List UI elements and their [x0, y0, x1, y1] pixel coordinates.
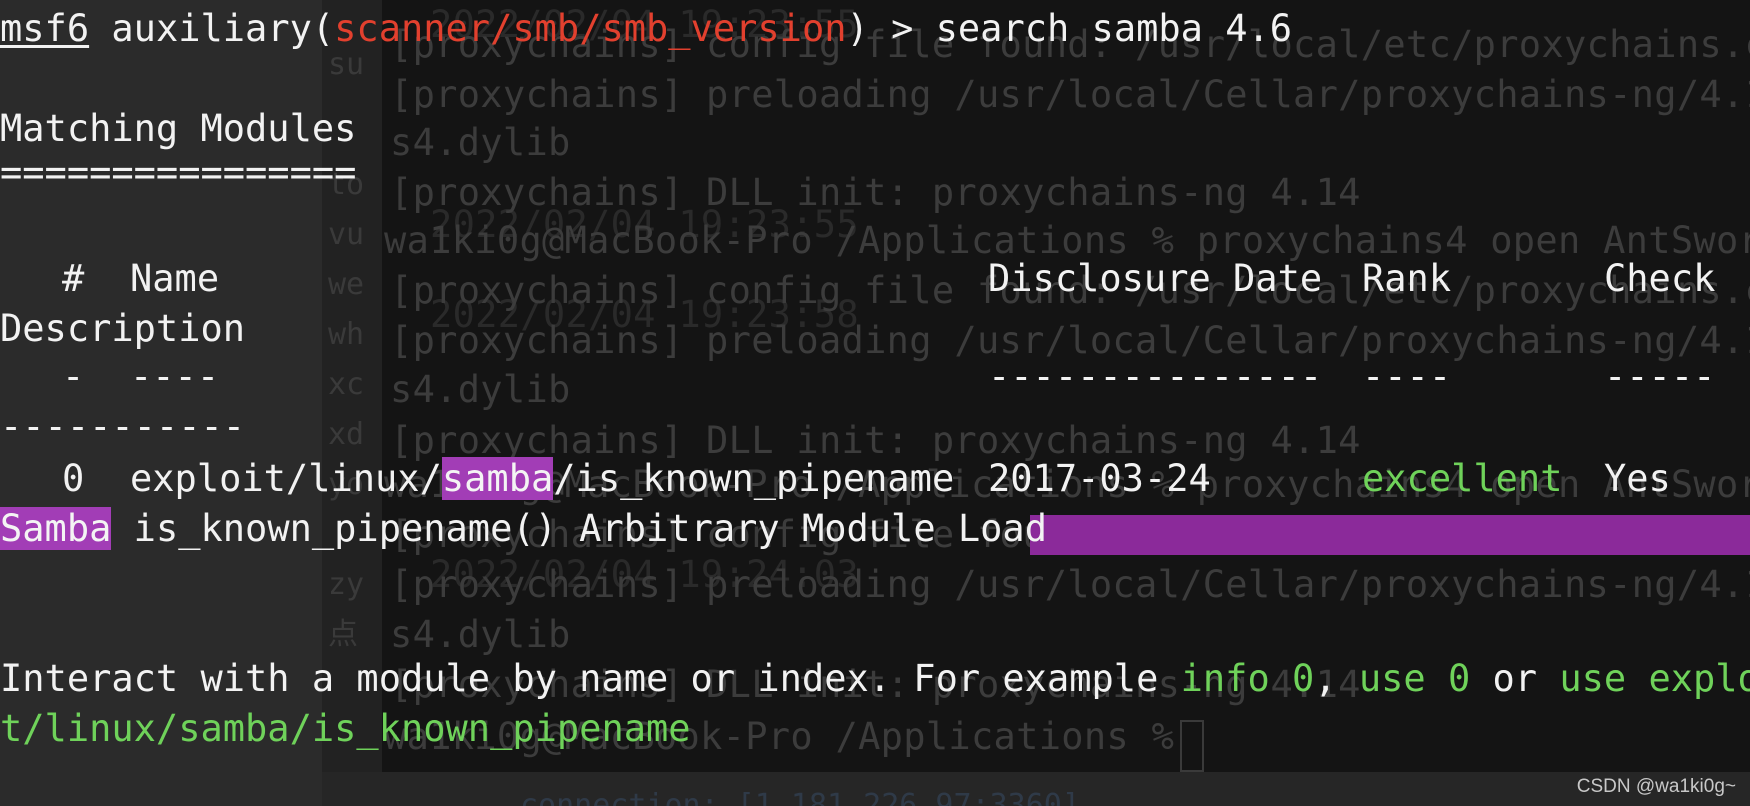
ghost-narrow-line: we	[328, 267, 365, 302]
rule-date: ---------------	[988, 355, 1323, 398]
hint-command-use-path-cont: t/linux/samba/is_known_pipename	[0, 707, 691, 750]
ghost-connection-line: connection: [1.181.226.97:3360]	[520, 788, 1080, 806]
row-index: 0	[62, 457, 85, 500]
col-header-desc: Description	[0, 307, 246, 350]
col-header-check: Check	[1604, 257, 1716, 300]
search-match-highlight: Samba	[0, 507, 112, 550]
selection-highlight-bar	[1030, 515, 1750, 555]
watermark: CSDN @wa1ki0g~	[1576, 776, 1736, 797]
ghost-narrow-line: wh	[328, 317, 365, 352]
search-match-highlight: samba	[441, 457, 554, 500]
results-heading: Matching Modules	[0, 107, 357, 150]
results-heading-rule: ================	[0, 151, 357, 194]
rule-check: -----	[1604, 355, 1716, 398]
prompt-module-open: auxiliary(	[111, 7, 335, 50]
row-disclosure-date: 2017-03-24	[988, 457, 1211, 500]
ghost-line: s4.dylib	[390, 368, 571, 411]
ghost-narrow-line: 点	[328, 617, 358, 652]
rule-rank: ----	[1362, 355, 1452, 398]
ghost-line: s4.dylib	[390, 121, 571, 164]
prompt-name: msf6	[0, 7, 90, 50]
col-header-rank: Rank	[1362, 257, 1452, 300]
hint-command-use-index: use 0	[1358, 657, 1471, 700]
col-header-name: Name	[130, 257, 220, 300]
ghost-line: s4.dylib	[390, 613, 571, 656]
row-check: Yes	[1604, 457, 1671, 500]
command-text: search samba 4.6	[935, 7, 1293, 50]
row-description: Samba is_known_pipename() Arbitrary Modu…	[0, 507, 1047, 550]
ghost-cursor	[1180, 720, 1204, 772]
ghost-narrow-line: zy	[328, 567, 365, 602]
hint-command-use-path: use exploi	[1559, 657, 1750, 700]
hint-command-info: info 0	[1180, 657, 1315, 700]
col-header-num: #	[62, 257, 85, 300]
row-module-name[interactable]: exploit/linux/samba/is_known_pipename	[130, 454, 954, 504]
ghost-narrow-line: xd	[328, 417, 365, 452]
ghost-line: [proxychains] preloading /usr/local/Cell…	[390, 73, 1750, 116]
col-header-date: Disclosure Date	[988, 257, 1323, 300]
ghost-narrow-line: xc	[328, 367, 365, 402]
prompt-line: msf6 auxiliary(scanner/smb/smb_version) …	[0, 7, 1293, 50]
prompt-module: scanner/smb/smb_version	[334, 7, 847, 50]
ghost-narrow-line: vu	[328, 217, 365, 252]
ghost-line: [proxychains] preloading /usr/local/Cell…	[390, 563, 1750, 606]
terminal-screenshot: 2022/02/04 19:23:55 2022/02/04 19:23:55 …	[0, 0, 1750, 806]
interact-hint-line: Interact with a module by name or index.…	[0, 654, 1750, 704]
rule-num: -	[62, 355, 85, 398]
row-rank: excellent	[1362, 457, 1563, 500]
rule-desc: -----------	[0, 405, 246, 448]
ghost-line: [proxychains] DLL init: proxychains-ng 4…	[390, 171, 1361, 214]
rule-name: ----	[130, 355, 220, 398]
